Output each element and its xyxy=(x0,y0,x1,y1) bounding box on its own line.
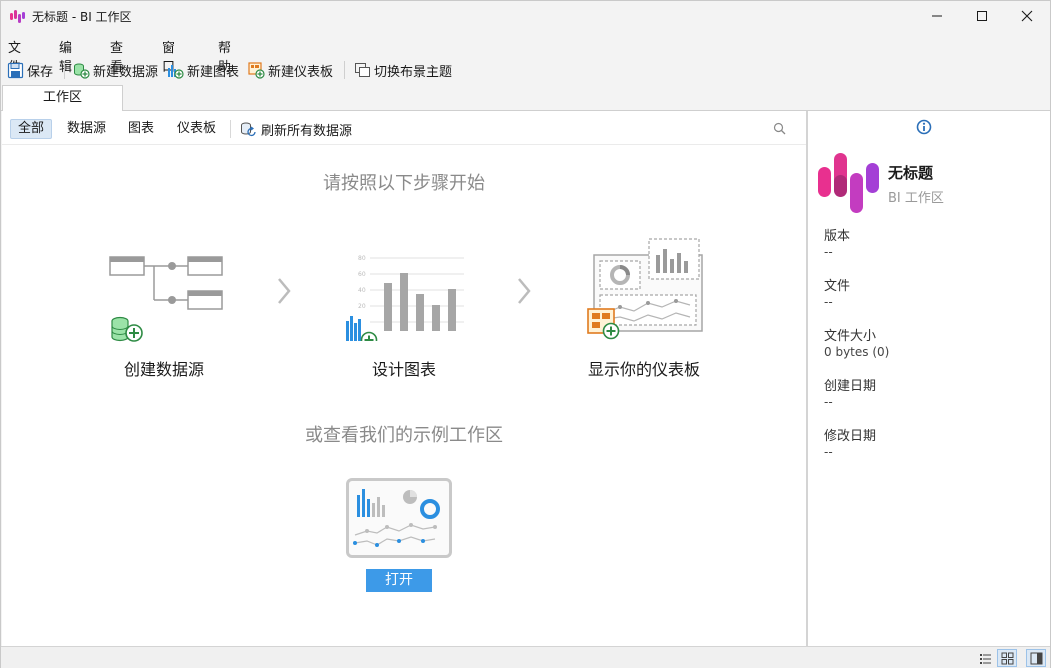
search-icon[interactable] xyxy=(773,122,786,135)
grid-view-icon xyxy=(1001,652,1013,664)
tab-strip: 工作区 xyxy=(1,85,1050,111)
chevron-right-icon xyxy=(278,278,291,304)
prop-file-value: -- xyxy=(824,295,833,309)
prop-version-label: 版本 xyxy=(824,229,851,244)
info-icon[interactable] xyxy=(916,119,932,135)
title-bar: 无标题 - BI 工作区 xyxy=(1,1,1050,31)
prop-file-label: 文件 xyxy=(824,279,851,294)
workspace-panel: 全部 数据源 图表 仪表板 刷新所有数据源 请按照以下步骤开始 创建数据源 80… xyxy=(2,111,806,646)
toolbar: 保存 新建数据源 新建图表 新建仪表板 切换布景主题 xyxy=(1,58,1050,82)
app-window: 无标题 - BI 工作区 文件 编辑 查看 窗口 帮助 保存 xyxy=(0,0,1051,668)
new-chart-icon xyxy=(168,64,184,79)
close-icon xyxy=(1021,10,1033,22)
minimize-button[interactable] xyxy=(914,1,960,31)
step-create-datasource[interactable]: 创建数据源 xyxy=(64,356,264,380)
close-button[interactable] xyxy=(1004,1,1050,31)
save-label: 保存 xyxy=(27,64,54,80)
new-datasource-icon xyxy=(74,63,90,79)
side-panel-icon xyxy=(1030,652,1042,664)
step-show-dashboard[interactable]: 显示你的仪表板 xyxy=(544,356,744,380)
grid-view-button[interactable] xyxy=(997,649,1017,667)
open-sample-button[interactable]: 打开 xyxy=(366,569,432,592)
tab-workspace[interactable]: 工作区 xyxy=(2,85,123,111)
dashboard-illustration-icon[interactable] xyxy=(586,237,706,341)
chevron-right-icon xyxy=(518,278,531,304)
prop-version-value: -- xyxy=(824,245,833,259)
minimize-icon xyxy=(932,15,942,17)
filter-all[interactable]: 全部 xyxy=(10,119,53,139)
filter-separator xyxy=(230,120,231,138)
refresh-all-button[interactable]: 刷新所有数据源 xyxy=(240,119,352,139)
new-chart-label: 新建图表 xyxy=(187,64,240,80)
filter-chart[interactable]: 图表 xyxy=(121,119,161,139)
switch-theme-button[interactable]: 切换布景主题 xyxy=(354,59,452,81)
filter-bar: 全部 数据源 图表 仪表板 刷新所有数据源 xyxy=(2,111,806,145)
refresh-datasource-icon xyxy=(241,122,256,137)
chart-axis-label: 40 xyxy=(358,287,366,294)
window-title: 无标题 - BI 工作区 xyxy=(32,10,132,24)
prop-filesize-label: 文件大小 xyxy=(824,329,877,344)
filter-datasource[interactable]: 数据源 xyxy=(60,119,113,139)
getting-started-heading: 请按照以下步骤开始 xyxy=(323,173,485,194)
workspace-logo-icon xyxy=(818,153,879,213)
chart-axis-label: 80 xyxy=(358,255,366,262)
chart-axis-label: 20 xyxy=(358,303,366,310)
prop-filesize-value: 0 bytes (0) xyxy=(824,345,890,359)
new-dashboard-button[interactable]: 新建仪表板 xyxy=(248,59,333,81)
app-logo-icon xyxy=(10,10,25,23)
save-button[interactable]: 保存 xyxy=(7,59,53,81)
prop-modified-label: 修改日期 xyxy=(824,429,877,444)
new-chart-button[interactable]: 新建图表 xyxy=(167,59,239,81)
theme-icon xyxy=(355,62,370,77)
new-dashboard-icon xyxy=(248,61,265,79)
list-view-button[interactable] xyxy=(975,649,995,667)
toggle-side-panel-button[interactable] xyxy=(1026,649,1046,667)
properties-panel: 无标题 BI 工作区 版本 -- 文件 -- 文件大小 0 bytes (0) … xyxy=(808,111,1050,646)
prop-created-label: 创建日期 xyxy=(824,379,877,394)
refresh-all-label: 刷新所有数据源 xyxy=(261,123,353,139)
toolbar-separator xyxy=(344,61,345,79)
chart-illustration-icon[interactable]: 80 60 40 20 xyxy=(344,251,468,341)
new-dashboard-label: 新建仪表板 xyxy=(268,64,334,80)
switch-theme-label: 切换布景主题 xyxy=(374,64,453,80)
workspace-type: BI 工作区 xyxy=(888,191,944,206)
new-datasource-button[interactable]: 新建数据源 xyxy=(73,59,158,81)
filter-dashboard[interactable]: 仪表板 xyxy=(170,119,223,139)
save-icon xyxy=(7,62,24,78)
sample-workspace-heading: 或查看我们的示例工作区 xyxy=(305,425,503,446)
maximize-button[interactable] xyxy=(959,1,1005,31)
prop-created-value: -- xyxy=(824,395,833,409)
new-datasource-label: 新建数据源 xyxy=(93,64,159,80)
sample-dashboard-icon xyxy=(353,489,440,547)
workspace-name: 无标题 xyxy=(888,164,934,182)
prop-modified-value: -- xyxy=(824,445,833,459)
toolbar-separator xyxy=(64,61,65,79)
sample-workspace-thumbnail[interactable] xyxy=(346,478,452,558)
chart-axis-label: 60 xyxy=(358,271,366,278)
list-view-icon xyxy=(979,653,991,664)
step-design-chart[interactable]: 设计图表 xyxy=(304,356,504,380)
status-bar xyxy=(1,646,1050,668)
maximize-icon xyxy=(977,11,987,21)
datasource-illustration-icon[interactable] xyxy=(108,253,228,343)
